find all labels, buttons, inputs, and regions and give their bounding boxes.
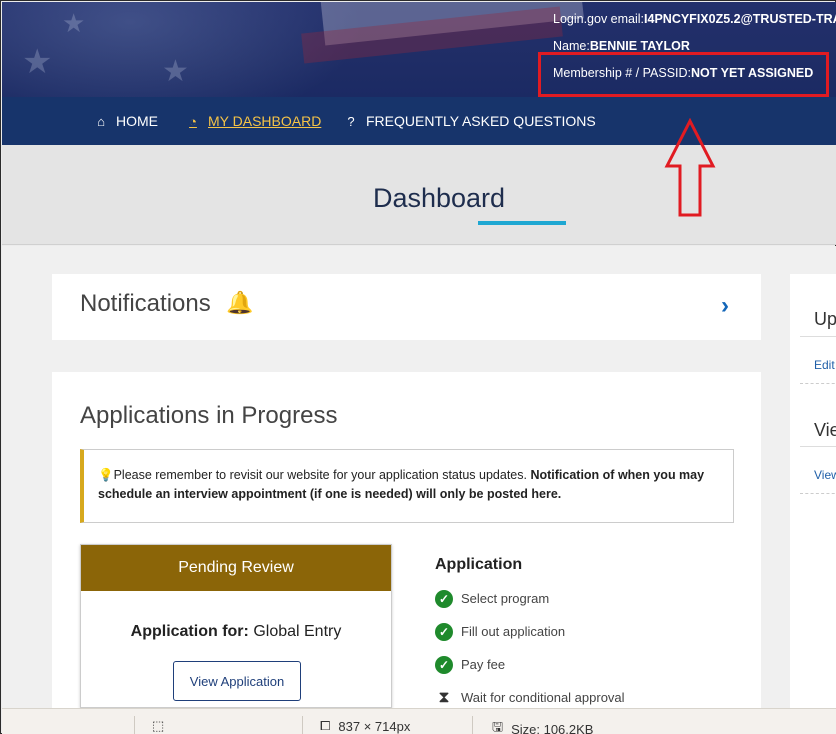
email-line: Login.gov email:I4PNCYFIX0Z5.2@TRUSTED-T… [553, 12, 836, 39]
app-for-label: Application for: [130, 623, 249, 640]
side-edit-link[interactable]: Edit [814, 358, 835, 372]
step-label: Wait for conditional approval [461, 690, 625, 705]
separator [472, 716, 473, 734]
up-arrow-icon [664, 118, 716, 217]
file-size: 🖫 Size: 106.2KB [492, 718, 593, 734]
size-text: Size: 106.2KB [511, 721, 594, 734]
side-title-view: Vie [814, 420, 836, 440]
nav-my-dashboard[interactable]: ◔ MY DASHBOARD [186, 113, 321, 129]
step-label: Select program [461, 591, 550, 606]
separator [302, 716, 303, 734]
nav-faq[interactable]: ? FREQUENTLY ASKED QUESTIONS [344, 113, 596, 129]
title-underline [478, 221, 566, 225]
notifications-card[interactable]: Notifications 🔔 › [52, 274, 761, 340]
check-circle-icon: ✓ [435, 655, 453, 674]
crop-icon: ⧠ [320, 718, 331, 733]
side-view-link[interactable]: View [814, 468, 836, 482]
step-label: Fill out application [461, 624, 566, 639]
notifications-title: Notifications [80, 290, 211, 317]
dimensions-text: 837 × 714px [338, 718, 411, 734]
bell-icon: 🔔 [226, 290, 254, 315]
application-for: Application for: Global Entry [81, 623, 391, 641]
selection-icon: ⬚ [152, 718, 165, 733]
nav-dashboard-label: MY DASHBOARD [208, 113, 322, 129]
email-label: Login.gov email: [553, 12, 645, 26]
applications-card: Applications in Progress 💡Please remembe… [52, 372, 761, 708]
dashboard-icon: ◔ [189, 113, 197, 129]
divider [800, 383, 836, 384]
nav-home[interactable]: ⌂ HOME [94, 113, 158, 129]
steps-title: Application [435, 556, 523, 573]
separator [134, 716, 135, 734]
applications-title: Applications in Progress [80, 402, 338, 429]
view-application-button[interactable]: View Application [173, 661, 301, 701]
name-value: BENNIE TAYLOR [589, 39, 690, 53]
hourglass-icon: ⧗ [438, 688, 450, 706]
save-icon: 🖫 [492, 719, 504, 734]
chevron-right-icon[interactable]: › [721, 292, 729, 320]
home-icon: ⌂ [97, 113, 105, 129]
divider [800, 336, 836, 337]
question-icon: ? [347, 113, 355, 129]
step-item: ✓ Fill out application [435, 615, 625, 648]
name-label: Name: [553, 39, 590, 53]
status-alert: 💡Please remember to revisit our website … [80, 449, 734, 523]
check-circle-icon: ✓ [435, 622, 453, 641]
header-banner: ★ ★ ★ Login.gov email:I4PNCYFIX0Z5.2@TRU… [2, 2, 836, 97]
highlight-box [538, 52, 829, 97]
alert-text: Please remember to revisit our website f… [113, 468, 531, 482]
image-dimensions: ⧠ 837 × 714px [320, 718, 410, 734]
email-value: I4PNCYFIX0Z5.2@TRUSTED-TRA [644, 12, 836, 26]
status-bar: ⬚ ⧠ 837 × 714px 🖫 Size: 106.2KB [2, 708, 836, 734]
side-title-upload: Up [814, 309, 836, 329]
side-card: Up Edit Vie View [790, 274, 836, 708]
divider [800, 493, 836, 494]
status-badge: Pending Review [81, 545, 391, 591]
application-status-card: Pending Review Application for: Global E… [80, 544, 392, 708]
step-item: ✓ Select program [435, 582, 625, 615]
star-icon: ★ [162, 55, 189, 88]
application-steps: Application ✓ Select program ✓ Fill out ap… [435, 556, 625, 714]
step-label: Pay fee [461, 657, 506, 672]
lightbulb-icon: 💡 [98, 468, 114, 482]
divider [800, 446, 836, 447]
step-item: ✓ Pay fee [435, 648, 625, 681]
star-icon: ★ [22, 43, 53, 81]
check-circle-icon: ✓ [435, 589, 453, 608]
star-icon: ★ [62, 8, 86, 38]
app-for-value: Global Entry [253, 623, 342, 640]
nav-home-label: HOME [116, 113, 158, 129]
nav-faq-label: FREQUENTLY ASKED QUESTIONS [366, 113, 596, 129]
